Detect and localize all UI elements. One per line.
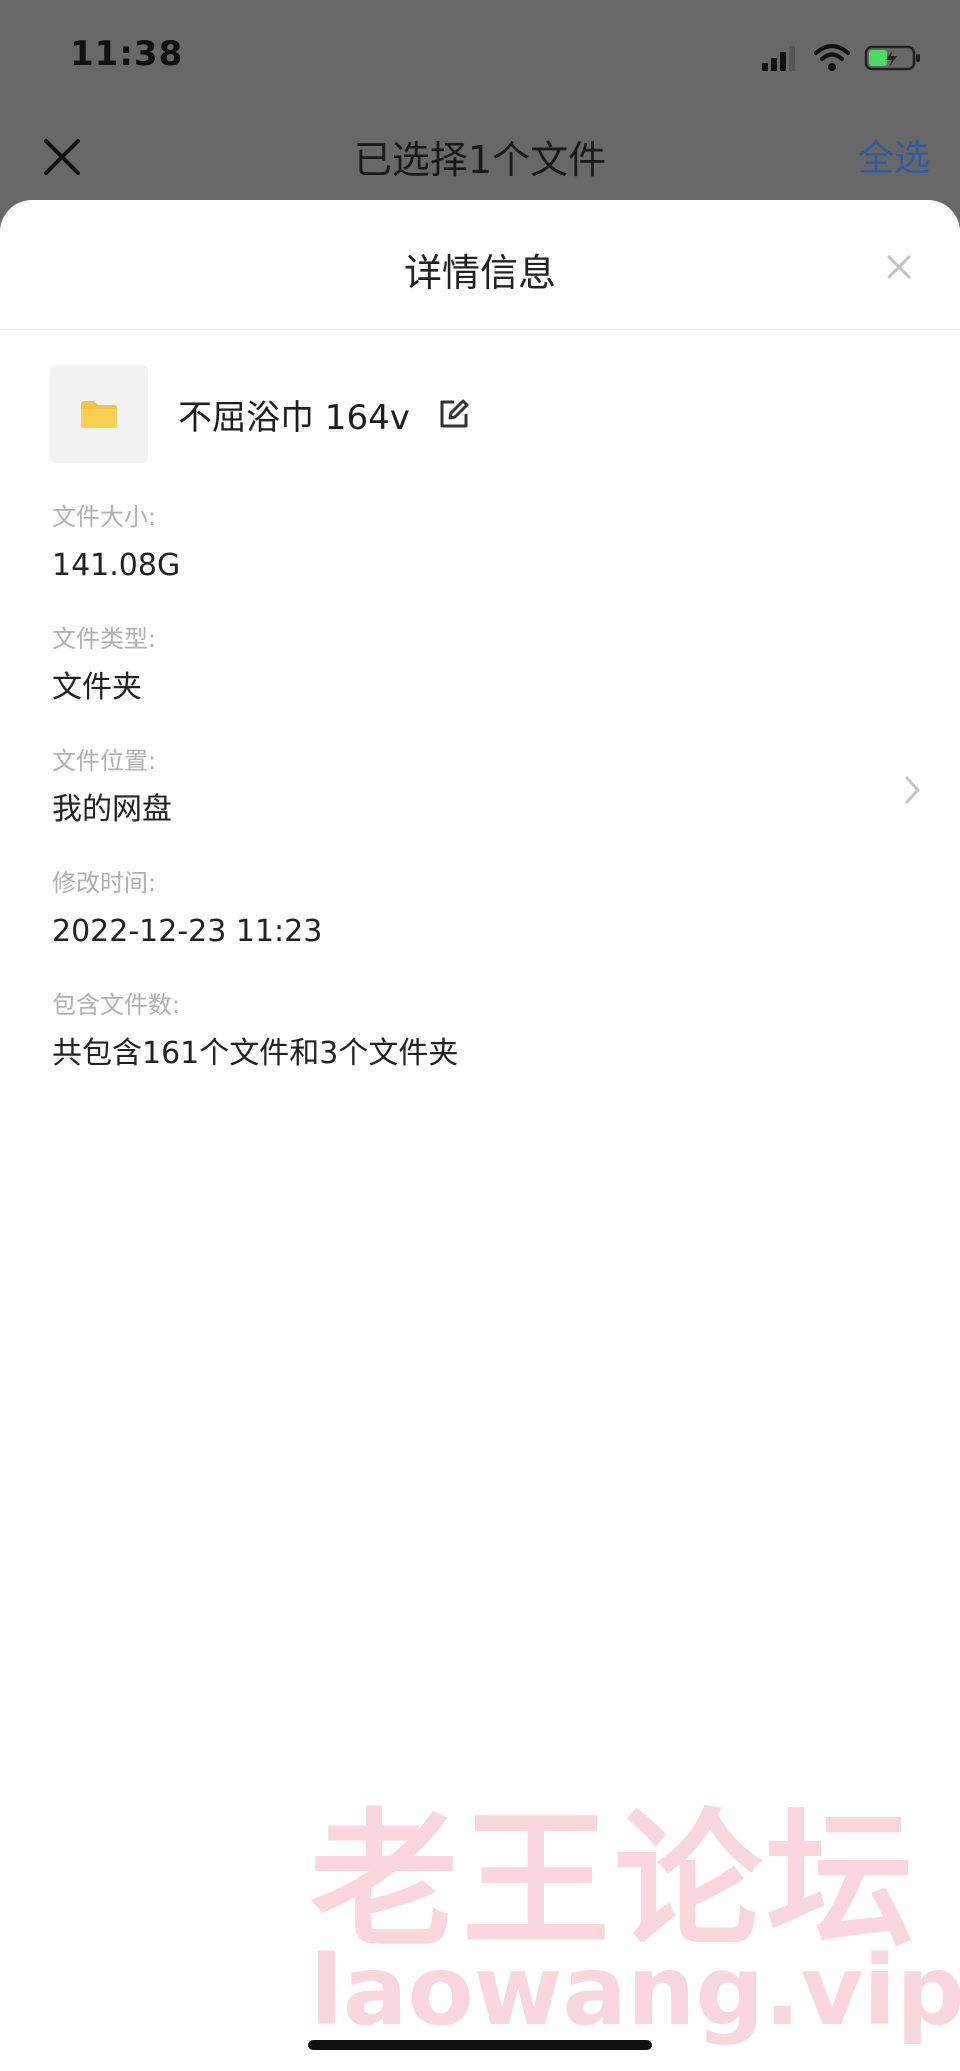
detail-file-size: 文件大小: 141.08G xyxy=(52,500,912,622)
wifi-icon xyxy=(814,44,850,71)
file-header: 不屈浴巾 164v xyxy=(50,365,472,463)
detail-value: 共包含161个文件和3个文件夹 xyxy=(52,1036,459,1071)
sheet-header: 详情信息 xyxy=(0,200,960,330)
details-sheet: 详情信息 不屈浴巾 164v 文件大小: 141.08G 文件类型: 文件夹 文… xyxy=(0,200,960,2071)
selection-title: 已选择1个文件 xyxy=(353,138,607,182)
status-bar: 11:38 xyxy=(0,0,960,115)
detail-label: 文件类型: xyxy=(52,625,157,653)
status-time: 11:38 xyxy=(70,34,184,74)
detail-label: 包含文件数: xyxy=(52,991,181,1019)
detail-contained-files: 包含文件数: 共包含161个文件和3个文件夹 xyxy=(52,988,912,1110)
close-icon[interactable] xyxy=(884,252,914,282)
detail-label: 修改时间: xyxy=(52,869,157,897)
select-all-button[interactable]: 全选 xyxy=(858,129,930,181)
detail-file-location[interactable]: 文件位置: 我的网盘 xyxy=(52,744,920,866)
details-list: 文件大小: 141.08G 文件类型: 文件夹 文件位置: 我的网盘 修改时间:… xyxy=(52,500,920,1110)
folder-icon xyxy=(81,401,117,428)
battery-icon xyxy=(864,45,920,71)
detail-modified-time: 修改时间: 2022-12-23 11:23 xyxy=(52,866,912,988)
edit-icon[interactable] xyxy=(436,396,472,432)
detail-value: 文件夹 xyxy=(52,670,142,705)
detail-file-type: 文件类型: 文件夹 xyxy=(52,622,912,744)
detail-label: 文件大小: xyxy=(52,503,157,531)
signal-icon xyxy=(762,46,795,71)
sheet-title: 详情信息 xyxy=(403,251,556,295)
detail-value: 我的网盘 xyxy=(52,792,172,827)
chevron-right-icon xyxy=(905,776,920,804)
detail-value: 2022-12-23 11:23 xyxy=(52,914,323,949)
status-icons xyxy=(760,40,922,76)
file-thumbnail xyxy=(50,365,148,463)
detail-value: 141.08G xyxy=(52,548,181,583)
detail-label: 文件位置: xyxy=(52,747,157,775)
screen: 11:38 已选择1个文件 全选 详情信息 不屈浴巾 164v 文件大小: 14… xyxy=(0,0,960,2071)
home-indicator[interactable] xyxy=(308,2040,652,2050)
watermark-url: laowang.vip xyxy=(310,1935,960,2047)
file-name: 不屈浴巾 164v xyxy=(178,397,410,438)
